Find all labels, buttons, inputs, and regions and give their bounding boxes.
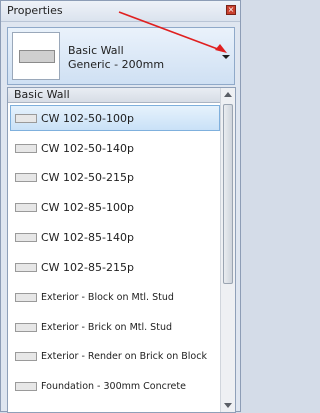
list-item-label: CW 102-85-215p [41, 261, 134, 274]
type-list: Basic Wall CW 102-50-100p CW 102-50-140p… [7, 87, 236, 413]
list-item-label: CW 102-50-100p [41, 112, 134, 125]
list-item[interactable]: Exterior - Render on Brick on Block [10, 343, 220, 369]
scroll-down-icon[interactable] [224, 403, 232, 408]
wall-swatch-icon [15, 114, 37, 123]
list-item[interactable]: CW 102-85-140p [10, 224, 220, 250]
list-item[interactable]: CW 102-85-100p [10, 194, 220, 220]
list-scrollbar[interactable] [220, 88, 235, 412]
type-selector[interactable]: Basic Wall Generic - 200mm [7, 27, 235, 85]
properties-panel: Properties × Basic Wall Generic - 200mm … [0, 0, 241, 413]
list-item[interactable]: CW 102-50-140p [10, 135, 220, 161]
group-header: Basic Wall [8, 88, 222, 103]
list-item-label: CW 102-50-215p [41, 171, 134, 184]
wall-swatch-icon [15, 382, 37, 391]
wall-preview-icon [19, 50, 55, 63]
type-name-label: Generic - 200mm [68, 58, 165, 71]
list-item-label: Exterior - Block on Mtl. Stud [41, 292, 174, 303]
list-item-label: Foundation - 300mm Concrete [41, 381, 186, 392]
wall-swatch-icon [15, 233, 37, 242]
wall-swatch-icon [15, 293, 37, 302]
scroll-thumb[interactable] [223, 104, 233, 284]
list-item-label: CW 102-85-140p [41, 231, 134, 244]
list-item-label: CW 102-85-100p [41, 201, 134, 214]
wall-swatch-icon [15, 352, 37, 361]
list-item-label: CW 102-50-140p [41, 142, 134, 155]
type-preview [12, 32, 60, 80]
wall-swatch-icon [15, 173, 37, 182]
wall-swatch-icon [15, 144, 37, 153]
wall-swatch-icon [15, 203, 37, 212]
type-family-label: Basic Wall [68, 44, 124, 57]
chevron-down-icon[interactable] [222, 55, 230, 59]
scroll-up-icon[interactable] [224, 92, 232, 97]
list-item-label: Exterior - Render on Brick on Block [41, 351, 207, 362]
close-icon[interactable]: × [226, 5, 236, 15]
list-item[interactable]: Foundation - 300mm Concrete [10, 373, 220, 399]
list-item[interactable]: CW 102-85-215p [10, 254, 220, 280]
list-item[interactable]: Exterior - Brick on Mtl. Stud [10, 314, 220, 340]
list-item[interactable]: Exterior - Block on Mtl. Stud [10, 284, 220, 310]
list-item[interactable]: CW 102-50-100p [10, 105, 220, 131]
list-item[interactable]: CW 102-50-215p [10, 164, 220, 190]
wall-swatch-icon [15, 263, 37, 272]
wall-swatch-icon [15, 323, 37, 332]
panel-title: Properties [7, 4, 63, 17]
list-item-label: Exterior - Brick on Mtl. Stud [41, 322, 172, 333]
panel-titlebar[interactable]: Properties × [1, 1, 240, 22]
